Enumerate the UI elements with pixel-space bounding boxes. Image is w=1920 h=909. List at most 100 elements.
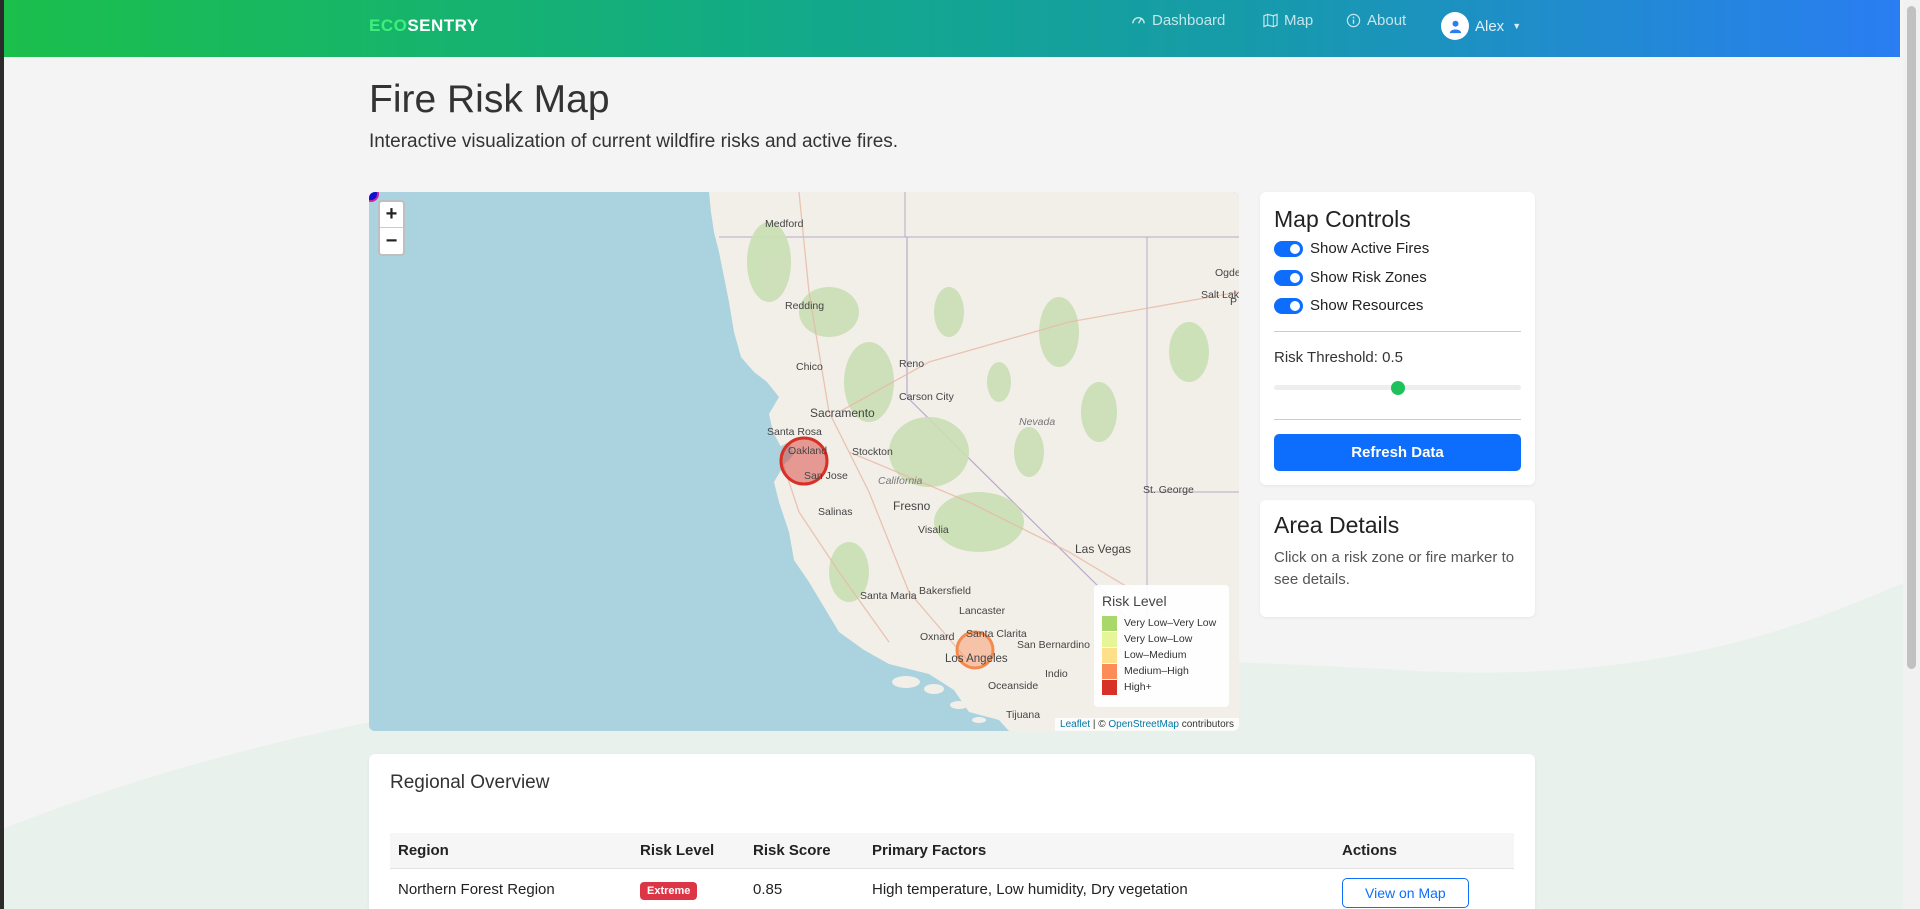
legend-label: Very Low–Low — [1124, 633, 1193, 645]
nav-about[interactable]: About — [1346, 12, 1406, 29]
refresh-data-button[interactable]: Refresh Data — [1274, 434, 1521, 471]
map-label: Los Angeles — [945, 653, 1008, 665]
zoom-out-button[interactable]: − — [380, 228, 403, 254]
leaflet-link[interactable]: Leaflet — [1060, 719, 1090, 730]
risk-legend: Risk Level Very Low–Very Low Very Low–Lo… — [1094, 585, 1229, 707]
region-cell: Northern Forest Region — [398, 880, 555, 898]
info-icon — [1346, 13, 1361, 28]
map-label: St. George — [1143, 484, 1194, 496]
navbar: ECOSENTRY Dashboard Map About Alex ▼ — [4, 0, 1900, 57]
toggle-risk-zones[interactable]: Show Risk Zones — [1274, 269, 1427, 286]
toggle-label: Show Active Fires — [1310, 240, 1430, 257]
osm-link[interactable]: OpenStreetMap — [1108, 719, 1179, 730]
column-header: Actions — [1342, 842, 1398, 859]
risk-threshold-label: Risk Threshold: 0.5 — [1274, 349, 1403, 366]
map-label: Las Vegas — [1075, 542, 1131, 556]
table-header: Region Risk Level Risk Score Primary Fac… — [390, 833, 1514, 869]
map-label: Sacramento — [810, 406, 875, 420]
page-title: Fire Risk Map — [369, 78, 610, 121]
column-header[interactable]: Risk Level — [632, 842, 745, 859]
regional-overview-panel: Regional Overview Region Risk Level Risk… — [369, 754, 1535, 909]
legend-label: Low–Medium — [1124, 649, 1187, 661]
map-attribution: Leaflet | © OpenStreetMap contributors — [1055, 718, 1239, 731]
page-subtitle: Interactive visualization of current wil… — [369, 131, 899, 152]
avatar — [1441, 12, 1469, 40]
gauge-icon — [1132, 17, 1145, 24]
map-label: Nevada — [1019, 416, 1055, 428]
brand-eco: ECO — [369, 16, 408, 35]
legend-label: Very Low–Very Low — [1124, 617, 1217, 629]
map-label: Oceanside — [988, 680, 1038, 692]
risk-threshold-slider[interactable] — [1274, 381, 1521, 395]
map-label: Stockton — [852, 446, 893, 458]
fire-risk-map[interactable]: Medford Redding Chico Reno Carson City S… — [369, 192, 1239, 731]
legend-item: High+ — [1102, 679, 1221, 695]
map-label: Medford — [765, 218, 804, 230]
attribution-separator: | © — [1090, 719, 1109, 730]
page-scrollbar[interactable] — [1903, 0, 1920, 909]
legend-swatch — [1102, 615, 1117, 631]
zoom-control: + − — [378, 200, 405, 256]
map-label: Bakersfield — [919, 585, 971, 597]
brand-sentry: SENTRY — [407, 16, 479, 35]
regional-table: Region Risk Level Risk Score Primary Fac… — [390, 833, 1514, 909]
map-controls-title: Map Controls — [1274, 206, 1411, 232]
toggle-active-fires[interactable]: Show Active Fires — [1274, 240, 1429, 257]
resources-switch[interactable] — [1274, 297, 1303, 314]
nav-about-label: About — [1367, 12, 1407, 29]
column-header[interactable]: Risk Score — [745, 842, 864, 859]
factors-cell: High temperature, Low humidity, Dry vege… — [872, 880, 1188, 898]
map-label: Oakland — [788, 445, 827, 457]
map-label: Redding — [785, 300, 824, 312]
map-label: Visalia — [918, 524, 949, 536]
regional-overview-title: Regional Overview — [390, 772, 550, 793]
active-fires-switch[interactable] — [1274, 240, 1303, 257]
map-label: Indio — [1045, 668, 1068, 680]
legend-title: Risk Level — [1102, 593, 1167, 609]
toggle-label: Show Resources — [1310, 297, 1424, 314]
nav-map[interactable]: Map — [1263, 12, 1313, 29]
chevron-down-icon: ▼ — [1512, 21, 1522, 31]
actions-cell: View on Map — [1334, 870, 1514, 908]
legend-label: Medium–High — [1124, 665, 1189, 677]
risk-zones-switch[interactable] — [1274, 269, 1303, 286]
nav-dashboard[interactable]: Dashboard — [1131, 12, 1225, 29]
slider-thumb[interactable] — [1390, 381, 1405, 395]
divider — [1274, 419, 1521, 420]
map-controls-panel: Map Controls Show Active Fires Show Risk… — [1260, 192, 1535, 485]
legend-swatch — [1102, 631, 1117, 647]
column-header[interactable]: Primary Factors — [864, 842, 1334, 859]
map-label: P — [1230, 296, 1237, 308]
column-header[interactable]: Region — [390, 842, 632, 859]
map-label: Lancaster — [959, 605, 1006, 617]
table-row: Northern Forest Region Extreme 0.85 High… — [390, 869, 1514, 909]
map-label: Oxnard — [920, 631, 955, 643]
brand-logo[interactable]: ECOSENTRY — [369, 16, 479, 36]
map-label: Tijuana — [1006, 709, 1040, 721]
area-details-title: Area Details — [1274, 512, 1400, 538]
zoom-in-button[interactable]: + — [380, 202, 403, 228]
map-label: Reno — [899, 358, 924, 370]
user-icon — [1449, 20, 1461, 33]
map-label: San Bernardino — [1017, 639, 1090, 651]
attribution-suffix: contributors — [1178, 719, 1234, 730]
nav-map-label: Map — [1284, 12, 1314, 29]
scrollbar-thumb[interactable] — [1907, 6, 1916, 669]
status-badge: Extreme — [640, 881, 698, 900]
map-label: Santa Maria — [860, 590, 917, 602]
area-details-panel: Area Details Click on a risk zone or fir… — [1260, 500, 1535, 617]
legend-item: Very Low–Low — [1102, 631, 1221, 647]
map-label: Carson City — [899, 391, 955, 403]
toggle-resources[interactable]: Show Resources — [1274, 297, 1423, 314]
area-details-text: Click on a risk zone or fire marker to s… — [1274, 549, 1515, 588]
risk-level-cell: Extreme — [632, 881, 745, 900]
user-menu[interactable]: Alex ▼ — [1441, 12, 1521, 40]
map-label: California — [878, 475, 923, 487]
view-on-map-button[interactable]: View on Map — [1342, 878, 1469, 908]
legend-item: Very Low–Very Low — [1102, 615, 1221, 631]
map-icon — [1263, 13, 1278, 28]
legend-label: High+ — [1124, 681, 1152, 693]
legend-item: Low–Medium — [1102, 647, 1221, 663]
map-label: Ogde — [1215, 267, 1239, 279]
legend-swatch — [1102, 679, 1117, 695]
